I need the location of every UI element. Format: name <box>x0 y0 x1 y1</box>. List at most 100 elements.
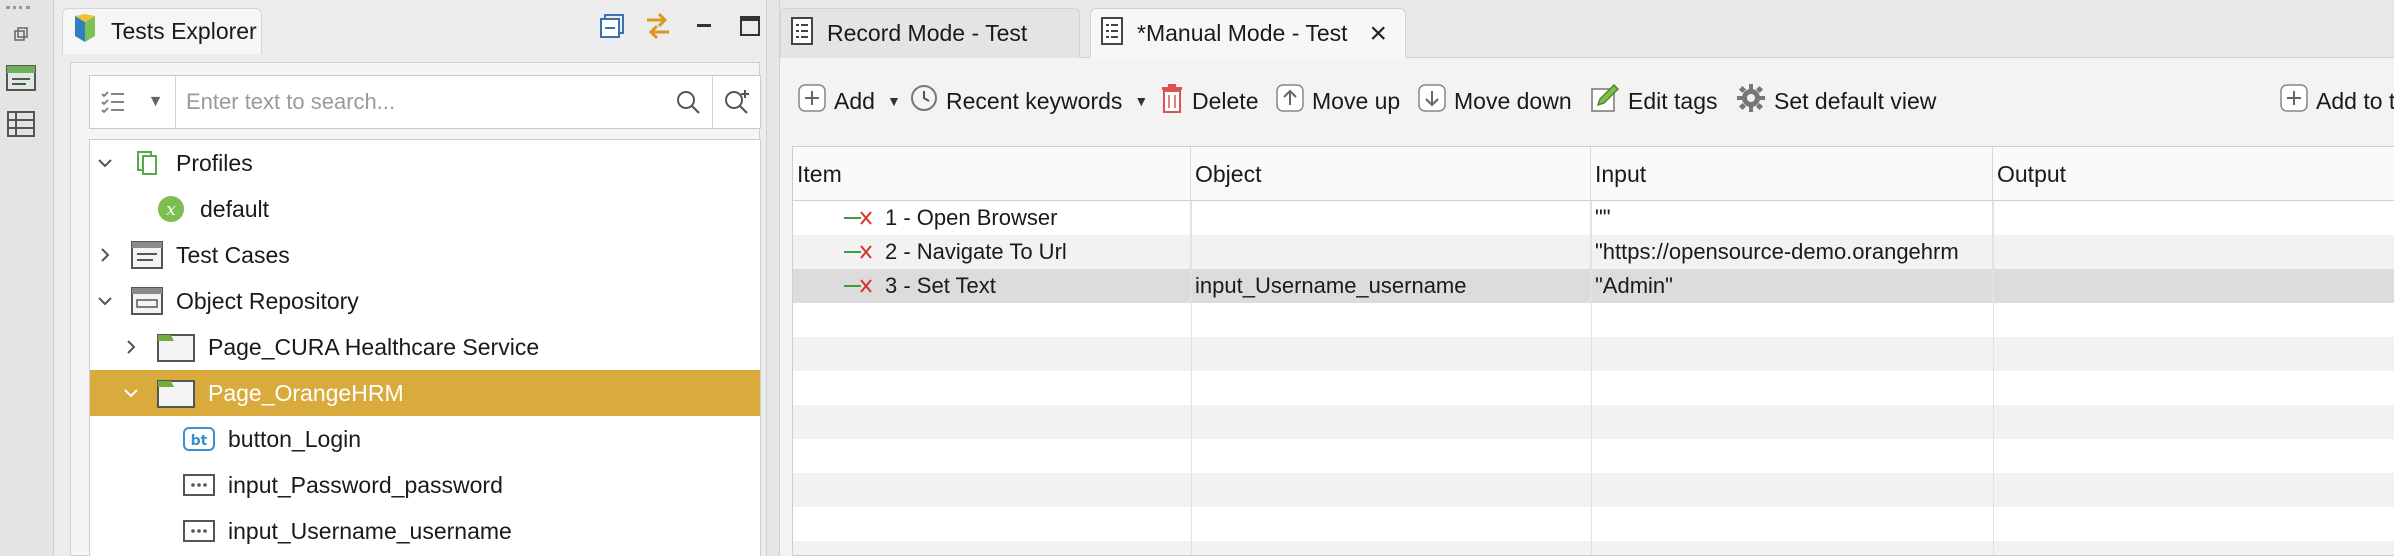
add-icon <box>798 84 826 118</box>
delete-button[interactable]: Delete <box>1160 76 1258 126</box>
step-output[interactable] <box>1993 269 2394 303</box>
editor-toolbar: Add ▼ Recent keywords ▼ Delete Move up M… <box>780 76 2394 126</box>
add-button[interactable]: Add ▼ <box>798 76 901 126</box>
link-with-editor-icon[interactable] <box>642 10 674 42</box>
tree-node-default-profile[interactable]: x default <box>90 186 760 232</box>
chevron-down-icon[interactable] <box>120 382 142 404</box>
advanced-search-icon[interactable] <box>712 76 760 128</box>
tree-node-input-username[interactable]: input_Username_username <box>90 508 760 554</box>
table-row[interactable]: 1 - Open Browser "" <box>793 201 2394 235</box>
input-object-icon <box>182 514 216 548</box>
test-steps-table: Item Object Input Output 1 - Open Browse… <box>792 146 2394 556</box>
empty-row <box>793 473 2394 507</box>
close-icon[interactable]: × <box>1370 18 1388 49</box>
set-default-view-button[interactable]: Set default view <box>1736 76 1936 126</box>
keyword-step-icon <box>843 243 873 261</box>
empty-row <box>793 541 2394 555</box>
column-header-object[interactable]: Object <box>1191 147 1591 201</box>
recent-keywords-button[interactable]: Recent keywords ▼ <box>910 76 1148 126</box>
trash-icon <box>1160 83 1184 119</box>
tree-node-button-login[interactable]: bt button_Login <box>90 416 760 462</box>
search-input[interactable] <box>176 77 664 127</box>
restore-icon[interactable] <box>4 18 38 50</box>
step-object[interactable] <box>1191 201 1591 235</box>
tree-node-test-cases[interactable]: Test Cases <box>90 232 760 278</box>
empty-row <box>793 405 2394 439</box>
column-header-item[interactable]: Item <box>793 147 1191 201</box>
tab-manual-mode[interactable]: *Manual Mode - Test × <box>1090 8 1406 58</box>
add-icon <box>2280 84 2308 118</box>
tests-explorer-tab[interactable]: Tests Explorer <box>62 8 262 54</box>
drag-grip[interactable] <box>6 6 30 10</box>
chevron-right-icon[interactable] <box>120 336 142 358</box>
tab-manual-mode-label: *Manual Mode - Test <box>1137 20 1348 46</box>
chevron-right-icon[interactable] <box>94 244 116 266</box>
tree-node-profiles[interactable]: Profiles <box>90 140 760 186</box>
search-bar: ▼ <box>89 75 761 129</box>
empty-row <box>793 303 2394 337</box>
column-divider <box>1191 201 1192 555</box>
edit-tags-icon <box>1590 83 1620 119</box>
object-repository-icon <box>130 284 164 318</box>
column-header-output[interactable]: Output <box>1993 147 2394 201</box>
arrow-down-icon <box>1418 84 1446 118</box>
folder-icon <box>156 330 196 364</box>
step-object[interactable]: input_Username_username <box>1191 269 1591 303</box>
search-icon[interactable] <box>664 76 712 128</box>
profiles-icon <box>130 146 164 180</box>
profile-variable-icon: x <box>154 192 188 226</box>
tests-explorer-panel: Tests Explorer ▼ Enter text to search...… <box>56 0 766 556</box>
filter-dropdown-icon[interactable]: ▼ <box>136 76 176 128</box>
svg-text:x: x <box>166 200 176 220</box>
edit-tags-button[interactable]: Edit tags <box>1590 76 1718 126</box>
tree-node-object-repository[interactable]: Object Repository <box>90 278 760 324</box>
keyword-step-icon <box>843 277 873 295</box>
gear-icon <box>1736 83 1766 119</box>
tree-node-page-cura[interactable]: Page_CURA Healthcare Service <box>90 324 760 370</box>
chevron-down-icon[interactable] <box>94 152 116 174</box>
step-output[interactable] <box>1993 235 2394 269</box>
collapse-all-icon[interactable] <box>596 10 628 42</box>
editor-tab-bar: Record Mode - Test *Manual Mode - Test × <box>780 0 2394 58</box>
add-to-button[interactable]: Add to t <box>2280 76 2394 126</box>
tree-node-input-password[interactable]: input_Password_password <box>90 462 760 508</box>
keyword-browser-icon[interactable] <box>4 62 38 94</box>
filter-icon[interactable] <box>90 76 136 128</box>
chevron-down-icon[interactable]: ▼ <box>1134 93 1148 109</box>
katalon-logo-icon <box>73 13 97 50</box>
move-up-button[interactable]: Move up <box>1276 76 1400 126</box>
step-output[interactable] <box>1993 201 2394 235</box>
table-row[interactable]: 2 - Navigate To Url "https://opensource-… <box>793 235 2394 269</box>
step-input[interactable]: "" <box>1591 201 1993 235</box>
chevron-down-icon[interactable] <box>94 290 116 312</box>
table-view-icon[interactable] <box>4 108 38 140</box>
move-down-button[interactable]: Move down <box>1418 76 1572 126</box>
column-header-input[interactable]: Input <box>1591 147 1993 201</box>
project-tree: Profiles x default Test Cases Object Rep… <box>89 139 761 556</box>
tree-node-page-orangehrm[interactable]: Page_OrangeHRM <box>90 370 760 416</box>
minimize-icon[interactable] <box>688 10 720 42</box>
test-case-editor: Record Mode - Test *Manual Mode - Test ×… <box>780 0 2394 556</box>
step-object[interactable] <box>1191 235 1591 269</box>
table-header: Item Object Input Output <box>793 147 2394 201</box>
table-row[interactable]: 3 - Set Text input_Username_username "Ad… <box>793 269 2394 303</box>
empty-row <box>793 337 2394 371</box>
empty-row <box>793 439 2394 473</box>
arrow-up-icon <box>1276 84 1304 118</box>
test-cases-icon <box>130 238 164 272</box>
tab-record-mode[interactable]: Record Mode - Test <box>780 8 1080 58</box>
step-input[interactable]: "https://opensource-demo.orangehrm <box>1591 235 1993 269</box>
maximize-icon[interactable] <box>734 10 766 42</box>
panel-splitter[interactable] <box>766 0 780 556</box>
clock-icon <box>910 84 938 118</box>
button-object-badge: bt <box>191 433 208 449</box>
tests-explorer-body: ▼ Profiles x default <box>70 62 761 556</box>
empty-row <box>793 507 2394 541</box>
button-object-icon: bt <box>182 422 216 456</box>
chevron-down-icon[interactable]: ▼ <box>887 93 901 109</box>
column-divider <box>1591 201 1592 555</box>
step-input[interactable]: "Admin" <box>1591 269 1993 303</box>
input-object-icon <box>182 468 216 502</box>
folder-icon <box>156 376 196 410</box>
step-item: 3 - Set Text <box>885 273 996 298</box>
